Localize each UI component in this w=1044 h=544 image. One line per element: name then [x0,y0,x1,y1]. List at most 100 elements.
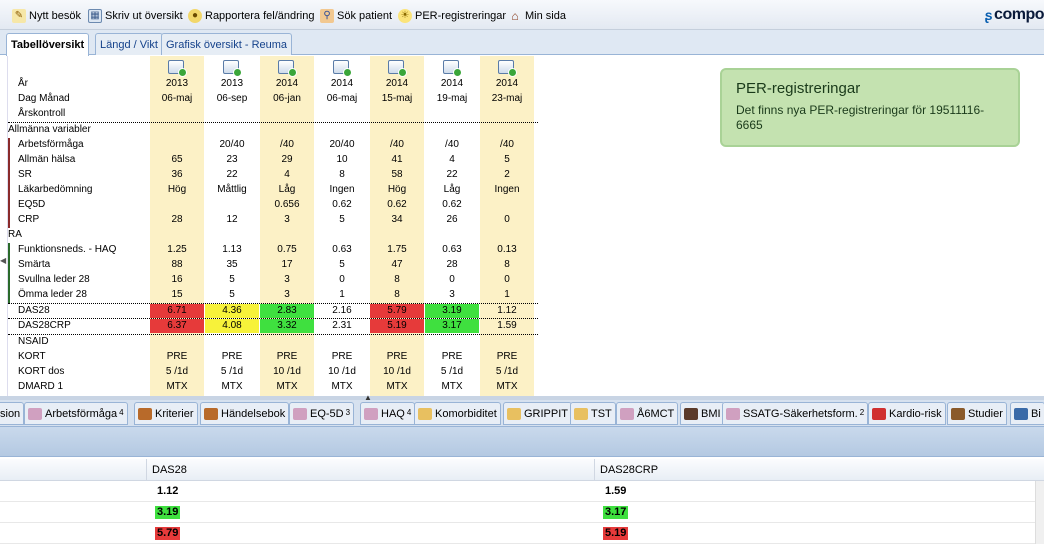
grid-cell[interactable]: /40 [425,139,479,150]
grid-cell[interactable]: 0 [315,274,369,285]
grid-cell[interactable]: 41 [370,154,424,165]
table-row[interactable]: 5.79 5.19 [0,523,1044,544]
grid-cell[interactable]: 10 [315,154,369,165]
grid-cell[interactable]: 3.19 [425,304,479,318]
collapse-grip-icon[interactable]: ◀ [0,256,6,266]
my-page-button[interactable]: ⌂ Min sida [508,8,566,24]
grid-cell[interactable]: 2 [480,169,534,180]
header-das28[interactable]: DAS28 [152,464,187,476]
grid-cell[interactable]: Ingen [480,184,534,195]
grid-cell[interactable]: 36 [150,169,204,180]
open-visit-icon[interactable] [168,60,187,77]
grid-cell[interactable]: 5 [315,214,369,225]
grid-cell[interactable]: PRE [480,351,534,362]
table-row[interactable]: 3.19 3.17 [0,502,1044,523]
open-visit-icon[interactable] [333,60,352,77]
grid-cell[interactable]: 3 [260,289,314,300]
grid-cell[interactable]: 26 [425,214,479,225]
grid-cell[interactable]: 2013 [205,78,259,89]
grid-cell[interactable]: 2.31 [315,320,369,331]
module-tab[interactable]: Å6MCT [616,402,679,425]
module-tab[interactable]: HAQ 4 [360,402,416,425]
grid-cell[interactable]: 0 [480,214,534,225]
grid-cell[interactable]: /40 [370,139,424,150]
grid-cell[interactable]: 2014 [370,78,424,89]
grid-cell[interactable]: PRE [205,351,259,362]
module-tab[interactable]: TST [570,402,616,425]
grid-cell[interactable]: 2.83 [260,304,314,318]
grid-cell[interactable]: 5.79 [370,304,424,318]
grid-cell[interactable]: 5 [480,154,534,165]
grid-cell[interactable]: 4.36 [205,304,259,318]
grid-cell[interactable]: 06-jan [260,93,314,104]
grid-cell[interactable]: 5 [205,274,259,285]
module-tab[interactable]: sion [0,402,25,425]
grid-cell[interactable]: 06-maj [150,93,204,104]
grid-cell[interactable]: 16 [150,274,204,285]
grid-cell[interactable]: Låg [260,184,314,195]
grid-cell[interactable]: 47 [370,259,424,270]
grid-cell[interactable]: MTX [205,381,259,392]
grid-cell[interactable]: MTX [150,381,204,392]
module-tab[interactable]: Komorbiditet [414,402,501,425]
grid-cell[interactable]: 5 /1d [425,366,479,377]
new-visit-button[interactable]: ✎ Nytt besök [12,8,81,24]
grid-cell[interactable]: 2014 [425,78,479,89]
grid-cell[interactable]: 0.75 [260,244,314,255]
grid-cell[interactable]: MTX [425,381,479,392]
open-visit-icon[interactable] [223,60,242,77]
grid-cell[interactable]: MTX [315,381,369,392]
tab-table-overview[interactable]: Tabellöversikt [6,33,90,56]
grid-cell[interactable]: 22 [205,169,259,180]
grid-cell[interactable]: 65 [150,154,204,165]
grid-cell[interactable]: Ingen [315,184,369,195]
grid-cell[interactable]: 58 [370,169,424,180]
grid-cell[interactable]: 4 [260,169,314,180]
grid-cell[interactable]: 0.656 [260,199,314,210]
grid-cell[interactable]: 1.75 [370,244,424,255]
grid-cell[interactable]: 2014 [315,78,369,89]
header-das28crp[interactable]: DAS28CRP [600,464,658,476]
grid-cell[interactable]: 06-maj [315,93,369,104]
grid-cell[interactable]: Måttlig [205,184,259,195]
grid-cell[interactable]: 0 [425,274,479,285]
grid-cell[interactable]: 5 /1d [150,366,204,377]
grid-cell[interactable]: 10 /1d [315,366,369,377]
grid-cell[interactable]: 20/40 [205,139,259,150]
grid-cell[interactable]: MTX [260,381,314,392]
module-tab[interactable]: SSATG-Säkerhetsform. 2 [722,402,869,425]
grid-cell[interactable]: 8 [370,274,424,285]
grid-cell[interactable]: 3 [260,274,314,285]
grid-cell[interactable]: 23 [205,154,259,165]
grid-cell[interactable]: Hög [370,184,424,195]
grid-cell[interactable]: 17 [260,259,314,270]
grid-cell[interactable]: 4.08 [205,319,259,333]
open-visit-icon[interactable] [388,60,407,77]
grid-cell[interactable]: Låg [425,184,479,195]
grid-cell[interactable]: 28 [425,259,479,270]
grid-cell[interactable]: 3.17 [425,319,479,333]
grid-cell[interactable]: 35 [205,259,259,270]
module-tab[interactable]: Studier [947,402,1007,425]
grid-cell[interactable]: 12 [205,214,259,225]
grid-cell[interactable]: 0.63 [315,244,369,255]
grid-cell[interactable]: 3 [425,289,479,300]
grid-cell[interactable]: 0.62 [315,199,369,210]
grid-cell[interactable]: 2014 [480,78,534,89]
grid-cell[interactable]: 0.62 [370,199,424,210]
grid-cell[interactable]: 28 [150,214,204,225]
grid-cell[interactable]: 1.12 [480,305,534,316]
vertical-scrollbar[interactable] [1035,481,1044,544]
module-tab[interactable]: EQ-5D 3 [289,402,355,425]
grid-cell[interactable]: 1 [480,289,534,300]
tab-height-weight[interactable]: Längd / Vikt [95,33,163,55]
grid-cell[interactable]: /40 [260,139,314,150]
open-visit-icon[interactable] [498,60,517,77]
grid-cell[interactable]: 1 [315,289,369,300]
grid-cell[interactable]: 0.63 [425,244,479,255]
grid-cell[interactable]: Hög [150,184,204,195]
grid-cell[interactable]: 0.62 [425,199,479,210]
grid-cell[interactable]: 5 [205,289,259,300]
grid-cell[interactable]: 06-sep [205,93,259,104]
grid-cell[interactable]: 6.71 [150,304,204,318]
